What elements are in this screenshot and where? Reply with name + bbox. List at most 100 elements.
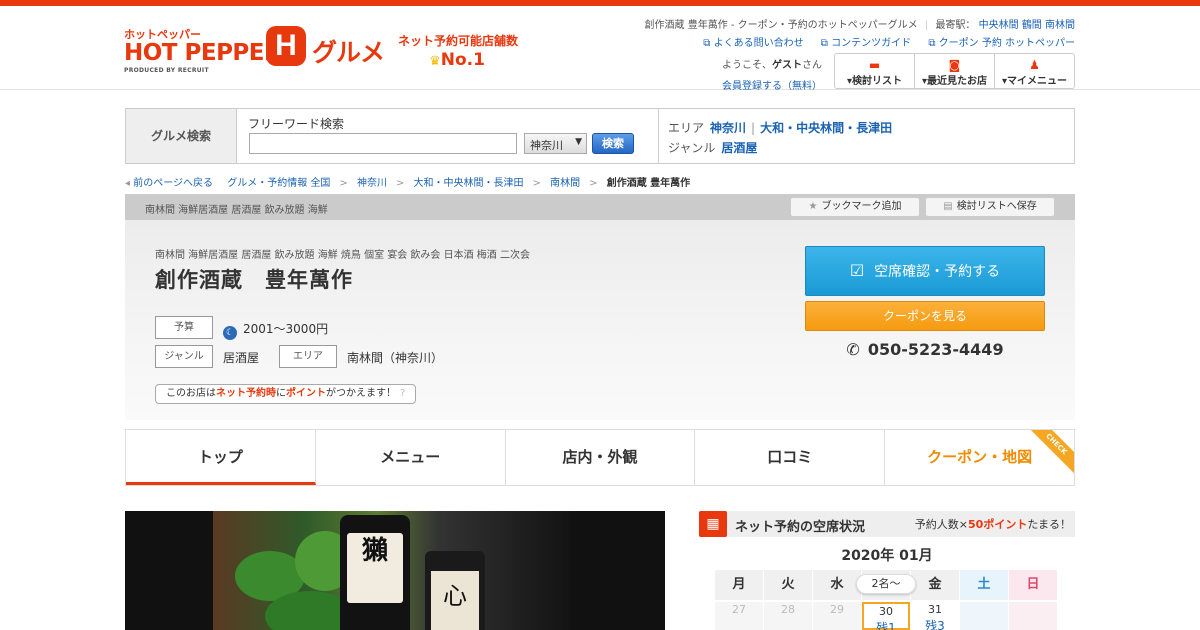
header-buttons: ▬ ▾検討リスト ◙ ▾最近見たお店 ♟ ▾マイメニュー [834,53,1075,89]
area-row: エリア 神奈川 | 大和・中央林間・長津田 [668,119,892,136]
nearest-label: 最寄駅： [935,20,976,31]
no1-text: No.1 [440,50,485,70]
area-separator: | [751,121,756,135]
link-icon: ⧉ [928,38,939,49]
breadcrumb: ◂ 前のページへ戻る グルメ・予約情報 全国 > 神奈川 > 大和・中央林間・長津田… [125,174,693,189]
vacancy-header: ▦ ネット予約の空席状況 予約人数×50ポイントたまる！ [699,511,1075,537]
shop-photo[interactable]: 獺 心 [125,511,665,630]
breadcrumb-item[interactable]: 南林間 [550,178,580,189]
vacancy-note-text: 予約人数× [914,518,969,531]
sake-label: 獺 [347,533,403,603]
breadcrumb-separator: > [395,178,405,189]
calendar-day-number: 31 [928,603,942,616]
no1-badge: ネット予約可能店舗数 ♛No.1 [398,32,519,70]
point-note-red: ポイント [286,388,326,399]
phone-number[interactable]: ✆ 050-5223-4449 [805,340,1045,359]
shop-header: 南林間 海鮮居酒屋 居酒屋 飲み放題 海鮮 焼鳥 個室 宴会 飲み会 日本酒 梅… [125,220,1075,420]
recent-shops-button[interactable]: ◙ ▾最近見たお店 [915,54,995,88]
coupon-link-label: クーポン 予約 ホットペッパー [938,38,1075,49]
tab-reviews[interactable]: 口コミ [695,430,886,485]
vacancy-title: ネット予約の空席状況 [735,520,866,535]
faq-link[interactable]: ⧉ よくある問い合わせ [703,38,803,49]
sake-label: 心 [431,571,479,630]
area-select-value: 神奈川 [530,139,563,152]
calendar-day-remaining: 残3 [925,619,945,630]
area-select[interactable]: 神奈川 ▼ [524,133,587,154]
clock-icon: ◙ [948,58,961,72]
area-link[interactable]: 大和・中央林間・長津田 [760,121,892,135]
my-menu-button[interactable]: ♟ ▾マイメニュー [995,54,1074,88]
logo-main: HOT PEPPER [124,40,282,66]
coupon-link[interactable]: ⧉ クーポン 予約 ホットペッパー [928,38,1075,49]
calendar-day[interactable]: 31 残3 [911,602,959,630]
search-button[interactable]: 検索 [592,133,634,154]
area-label-box: エリア [279,345,337,368]
nearest-station-link[interactable]: 鶴間 [1022,20,1042,31]
gourmet-search-box: グルメ検索 フリーワード検索 神奈川 ▼ 検索 エリア 神奈川 | 大和・中央林間・長津… [125,108,1075,164]
save-list-button[interactable]: ▤ 検討リストへ保存 [925,197,1055,217]
tab-top[interactable]: トップ [126,430,316,485]
welcome-guest: ゲスト [772,60,802,71]
header-links: ⧉ よくある問い合わせ ⧉ コンテンツガイド ⧉ クーポン 予約 ホットペッパー [689,34,1075,49]
calendar-day: 27 [715,602,763,630]
tab-menu[interactable]: メニュー [316,430,506,485]
genre-link[interactable]: 居酒屋 [721,141,757,155]
guide-link[interactable]: ⧉ コンテンツガイド [821,38,911,49]
point-note-text: このお店は [166,388,216,399]
back-link-label: 前のページへ戻る [133,178,214,189]
breadcrumb-item[interactable]: 神奈川 [357,178,387,189]
star-icon: ★ [808,201,818,212]
logo-produced: PRODUCED BY RECRUIT [124,67,209,74]
calendar-day[interactable]: 30 残1 [862,602,910,630]
party-size-selector[interactable]: 2名～ [856,574,916,594]
reserve-button[interactable]: ☑ 空席確認・予約する [805,246,1045,296]
gourmet-h-logo-icon[interactable]: H [266,26,306,66]
area-link[interactable]: 神奈川 [710,121,746,135]
nearest-station-link[interactable]: 南林間 [1045,20,1075,31]
genre-label: ジャンル [668,141,716,155]
no1-line2: ♛No.1 [398,50,516,70]
coupon-button[interactable]: クーポンを見る [805,301,1045,331]
vacancy-note-red: 50ポイント [968,518,1028,531]
freeword-input[interactable] [249,133,517,154]
breadcrumb-item[interactable]: グルメ・予約情報 全国 [227,178,330,189]
gourmet-logo-text[interactable]: グルメ [312,33,385,69]
calendar-weekday: 土 [960,570,1008,600]
shop-tabs: トップ メニュー 店内・外観 口コミ クーポン・地図 CHECK [125,429,1075,486]
hotpepper-logo[interactable]: ホットペッパー HOT PEPPER PRODUCED BY RECRUIT [124,26,282,74]
calendar-weekday: 水 [813,570,861,600]
recent-shops-label: ▾最近見たお店 [921,76,988,87]
genre-row: ジャンル 居酒屋 [668,139,757,156]
breadcrumb-item[interactable]: 大和・中央林間・長津田 [414,178,524,189]
register-link[interactable]: 会員登録する（無料） [722,77,822,92]
site-header: ホットペッパー HOT PEPPER PRODUCED BY RECRUIT H… [0,6,1200,92]
my-menu-label: ▾マイメニュー [1001,76,1068,87]
calendar-check-icon: ☑ [849,261,865,280]
help-icon[interactable]: ? [400,388,405,399]
calendar-day-remaining: 残1 [876,621,896,630]
guide-link-label: コンテンツガイド [831,38,912,49]
calendar-weekday: 日 [1009,570,1057,600]
link-icon: ⧉ [820,38,832,49]
area-label: エリア [668,121,705,135]
shop-tag-text: 南林間 海鮮居酒屋 居酒屋 飲み放題 海鮮 [145,205,328,216]
header-meta: 創作酒蔵 豊年萬作 - クーポン・予約のホットペッパーグルメ | 最寄駅： 中央… [644,20,1075,31]
budget-value-row: ☾ 2001～3000円 [223,320,328,340]
calendar-day [960,602,1008,630]
tab-coupon-map[interactable]: クーポン・地図 CHECK [885,430,1074,485]
calendar-day: 29 [813,602,861,630]
point-note-text: に [276,388,286,399]
budget-value: 2001～3000円 [243,322,329,336]
calendar-day-number: 29 [830,603,844,616]
tab-interior[interactable]: 店内・外観 [506,430,696,485]
nearest-station-link[interactable]: 中央林間 [979,20,1019,31]
no1-line1: ネット予約可能店舗数 [398,34,519,48]
bookmark-button[interactable]: ★ ブックマーク追加 [790,197,920,217]
back-link[interactable]: ◂ 前のページへ戻る [125,178,213,189]
shop-tags: 南林間 海鮮居酒屋 居酒屋 飲み放題 海鮮 焼鳥 個室 宴会 飲み会 日本酒 梅… [155,250,530,261]
calendar-weekday: 月 [715,570,763,600]
consider-list-button[interactable]: ▬ ▾検討リスト [835,54,915,88]
genre-label-box: ジャンル [155,345,213,368]
budget-label: 予算 [155,316,213,339]
calendar-icon: ▦ [699,511,727,537]
